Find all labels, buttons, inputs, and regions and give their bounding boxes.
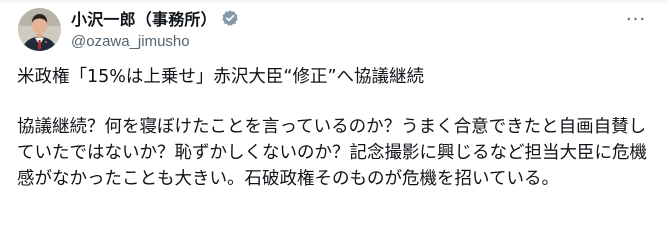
tweet-headline: 米政権「15%は上乗せ」赤沢大臣“修正”へ協議継続	[17, 67, 425, 87]
avatar[interactable]	[18, 8, 61, 51]
tweet-paragraph: 協議継続？何を寝ぼけたことを言っているのか？うまく合意できたと自画自賛していたで…	[17, 117, 647, 189]
user-handle[interactable]: @ozawa_jimusho	[71, 33, 607, 53]
tweet-text: 米政権「15%は上乗せ」赤沢大臣“修正”へ協議継続 協議継続？何を寝ぼけたことを…	[17, 64, 657, 192]
verified-badge-icon	[221, 9, 239, 27]
tweet-header: 小沢一郎（事務所） @ozawa_jimusho	[71, 6, 607, 53]
more-options-icon[interactable]: ···	[619, 4, 653, 34]
display-name[interactable]: 小沢一郎（事務所）	[71, 6, 217, 30]
tweet: 小沢一郎（事務所） @ozawa_jimusho ··· 米政権「15%は上乗せ…	[0, 0, 667, 240]
avatar-image	[18, 8, 61, 51]
name-row: 小沢一郎（事務所）	[71, 6, 607, 30]
